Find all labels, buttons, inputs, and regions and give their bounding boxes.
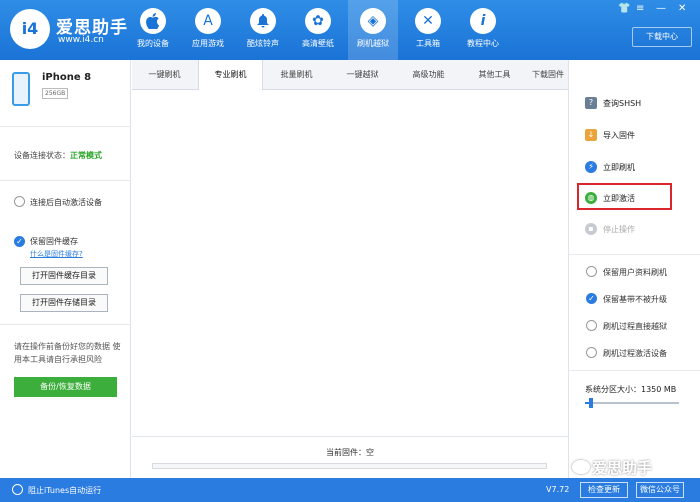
nav-label: 工具箱 xyxy=(416,39,440,48)
action-label: 立即激活 xyxy=(603,194,635,203)
bell-icon xyxy=(250,8,276,34)
query-shsh-button[interactable]: ? 查询SHSH xyxy=(575,90,693,116)
connection-label: 设备连接状态： xyxy=(14,151,70,160)
apple-icon xyxy=(140,8,166,34)
keep-cache-label: 保留固件缓存 xyxy=(30,237,78,246)
open-storage-dir-button[interactable]: 打开固件存储目录 xyxy=(20,294,108,312)
nav-flash-jailbreak[interactable]: ◈ 刷机越狱 xyxy=(348,0,398,60)
wechat-account-button[interactable]: 微信公众号 xyxy=(636,482,684,498)
download-center-button[interactable]: 下载中心 xyxy=(632,27,692,47)
option-label: 保留用户资料刷机 xyxy=(603,268,667,277)
activate-now-button[interactable]: ◍ 立即激活 xyxy=(575,185,693,211)
tab-advanced[interactable]: 高级功能 xyxy=(396,60,461,90)
tab-download-firmware[interactable]: 下载固件 xyxy=(528,60,568,90)
menu-icon[interactable]: ≡ xyxy=(636,3,644,14)
storage-badge: 256GB xyxy=(42,88,69,99)
action-panel: ? 查询SHSH ↓ 导入固件 ⚡ 立即刷机 ◍ 立即激活 ▪ 停止操作 保留用… xyxy=(568,60,700,478)
nav-label: 刷机越狱 xyxy=(357,39,389,48)
check-update-button[interactable]: 检查更新 xyxy=(580,482,628,498)
nav-ringtones[interactable]: 酷炫铃声 xyxy=(238,0,288,60)
flash-icon: ⚡ xyxy=(585,161,597,173)
globe-icon: ◍ xyxy=(585,192,597,204)
firmware-footer: 当前固件：空 xyxy=(132,436,568,478)
auto-activate-label: 连接后自动激活设备 xyxy=(30,198,102,207)
divider xyxy=(569,254,700,255)
jailbreak-during-flash-radio[interactable] xyxy=(586,320,597,331)
flash-progress-bar xyxy=(152,463,547,469)
keep-cache-checkbox[interactable]: ✓ xyxy=(14,236,25,247)
app-store-icon: A xyxy=(195,8,221,34)
action-label: 立即刷机 xyxy=(603,163,635,172)
tools-icon: ✕ xyxy=(415,8,441,34)
activate-during-flash-radio[interactable] xyxy=(586,347,597,358)
import-icon: ↓ xyxy=(585,129,597,141)
flower-icon: ✿ xyxy=(305,8,331,34)
search-shsh-icon: ? xyxy=(585,97,597,109)
option-label: 刷机过程激活设备 xyxy=(603,349,667,358)
i4-logo: i4 xyxy=(10,9,50,49)
tab-other-tools[interactable]: 其他工具 xyxy=(462,60,527,90)
close-icon[interactable]: ✕ xyxy=(678,3,686,14)
partition-label: 系统分区大小： xyxy=(585,385,641,394)
tab-one-click-flash[interactable]: 一键刷机 xyxy=(132,60,197,90)
nav-label: 我的设备 xyxy=(137,39,169,48)
flash-now-button[interactable]: ⚡ 立即刷机 xyxy=(575,154,693,180)
dropbox-icon: ◈ xyxy=(360,8,386,34)
app-header: i4 爱思助手 www.i4.cn 我的设备 A 应用游戏 酷炫铃声 ✿ 高清壁… xyxy=(0,0,700,60)
keep-user-data-radio[interactable] xyxy=(586,266,597,277)
version-label: V7.72 xyxy=(546,485,570,494)
brand-url: www.i4.cn xyxy=(58,35,104,45)
divider xyxy=(0,126,131,127)
iphone-icon xyxy=(12,72,30,106)
open-cache-dir-button[interactable]: 打开固件缓存目录 xyxy=(20,267,108,285)
firmware-area: 当前固件：空 xyxy=(132,90,568,478)
divider xyxy=(0,324,131,325)
risk-warning: 请在操作前备份好您的数据 使用本工具请自行承担风险 xyxy=(14,342,121,364)
tab-pro-flash[interactable]: 专业刷机 xyxy=(198,60,263,91)
watermark: 爱思助手 xyxy=(592,459,653,477)
option-label: 保留基带不被升级 xyxy=(603,295,667,304)
nav-label: 酷炫铃声 xyxy=(247,39,279,48)
device-panel: iPhone 8 256GB 设备连接状态：正常模式 连接后自动激活设备 ✓ 保… xyxy=(0,60,131,478)
partition-value: 1350 MB xyxy=(641,385,677,394)
connection-status: 设备连接状态：正常模式 xyxy=(14,150,102,161)
nav-tutorials[interactable]: i 教程中心 xyxy=(458,0,508,60)
option-label: 刷机过程直接越狱 xyxy=(603,322,667,331)
skin-icon[interactable]: 👕 xyxy=(618,3,630,14)
divider xyxy=(569,370,700,371)
partition-size-label: 系统分区大小：1350 MB xyxy=(585,384,676,395)
block-itunes-radio[interactable] xyxy=(12,484,23,495)
nav-label: 应用游戏 xyxy=(192,39,224,48)
partition-slider-track xyxy=(585,402,679,404)
status-bar: 阻止iTunes自动运行 V7.72 检查更新 微信公众号 xyxy=(0,478,700,502)
nav-toolbox[interactable]: ✕ 工具箱 xyxy=(403,0,453,60)
nav-wallpapers[interactable]: ✿ 高清壁纸 xyxy=(293,0,343,60)
flash-tabs: 一键刷机 专业刷机 批量刷机 一键越狱 高级功能 其他工具 下载固件 xyxy=(132,60,568,91)
action-label: 停止操作 xyxy=(603,225,635,234)
minimize-icon[interactable]: — xyxy=(656,3,666,14)
nav-my-device[interactable]: 我的设备 xyxy=(128,0,178,60)
nav-label: 高清壁纸 xyxy=(302,39,334,48)
keep-baseband-checkbox[interactable]: ✓ xyxy=(586,293,597,304)
connection-status-value: 正常模式 xyxy=(70,151,102,160)
info-icon: i xyxy=(470,8,496,34)
partition-slider-thumb[interactable] xyxy=(588,398,593,408)
backup-restore-button[interactable]: 备份/恢复数据 xyxy=(14,377,117,397)
nav-apps-games[interactable]: A 应用游戏 xyxy=(183,0,233,60)
import-firmware-button[interactable]: ↓ 导入固件 xyxy=(575,122,693,148)
action-label: 导入固件 xyxy=(603,131,635,140)
stop-icon: ▪ xyxy=(585,223,597,235)
divider xyxy=(0,180,131,181)
tab-one-click-jailbreak[interactable]: 一键越狱 xyxy=(330,60,395,90)
what-is-cache-link[interactable]: 什么是固件缓存? xyxy=(30,249,83,259)
auto-activate-radio[interactable] xyxy=(14,196,25,207)
current-firmware-label: 当前固件：空 xyxy=(326,448,374,457)
tab-batch-flash[interactable]: 批量刷机 xyxy=(264,60,329,90)
action-label: 查询SHSH xyxy=(603,99,642,108)
block-itunes-label: 阻止iTunes自动运行 xyxy=(28,486,102,495)
stop-operation-button[interactable]: ▪ 停止操作 xyxy=(575,216,693,242)
wechat-watermark-icon xyxy=(572,460,590,474)
device-name: iPhone 8 xyxy=(42,72,92,83)
nav-label: 教程中心 xyxy=(467,39,499,48)
